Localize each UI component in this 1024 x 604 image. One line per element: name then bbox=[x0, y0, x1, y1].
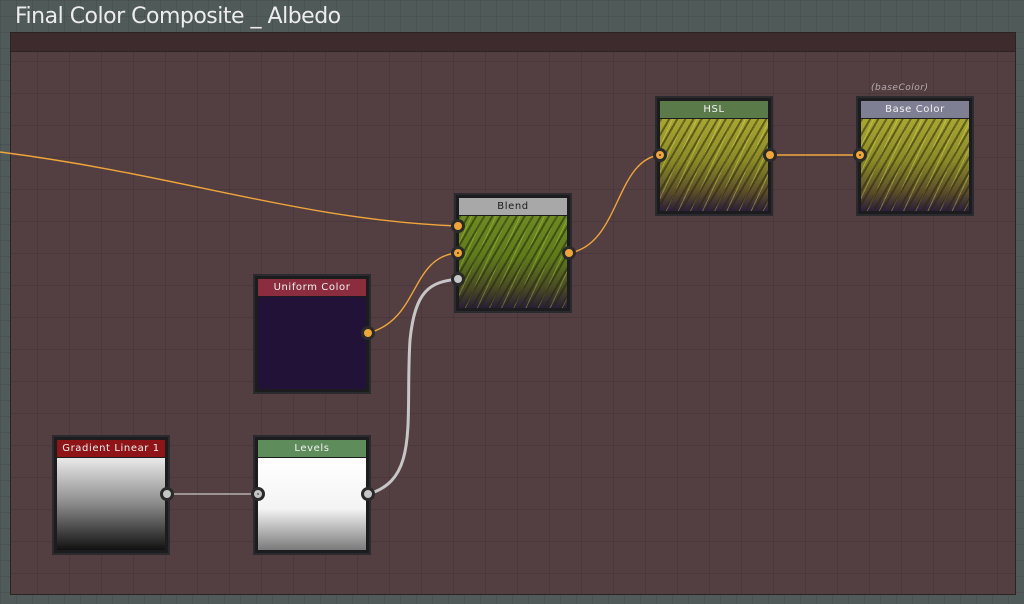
blend-background-port[interactable] bbox=[451, 246, 465, 260]
blend-mask-port[interactable] bbox=[451, 272, 465, 286]
frame-header-bar[interactable] bbox=[11, 33, 1015, 52]
hsl-node[interactable]: HSL bbox=[655, 96, 773, 216]
hsl-output-port[interactable] bbox=[763, 148, 777, 162]
levels-node[interactable]: Levels bbox=[253, 435, 371, 555]
blend-output-port[interactable] bbox=[562, 246, 576, 260]
blend-foreground-port[interactable] bbox=[451, 219, 465, 233]
base-color-node-header[interactable]: Base Color bbox=[861, 101, 969, 118]
levels-input-port[interactable] bbox=[251, 487, 265, 501]
blend-thumbnail bbox=[459, 216, 567, 308]
uniform-color-node[interactable]: Uniform Color bbox=[253, 274, 371, 394]
gradient-linear-thumbnail bbox=[57, 458, 165, 550]
blend-node[interactable]: Blend bbox=[454, 193, 572, 313]
gradient-linear-node-header[interactable]: Gradient Linear 1 bbox=[57, 440, 165, 457]
gradient-linear-output-port[interactable] bbox=[160, 487, 174, 501]
levels-node-header[interactable]: Levels bbox=[258, 440, 366, 457]
frame-title[interactable]: Final Color Composite _ Albedo bbox=[15, 4, 341, 29]
hsl-input-port[interactable] bbox=[653, 148, 667, 162]
base-color-input-port[interactable] bbox=[853, 148, 867, 162]
uniform-color-thumbnail bbox=[258, 297, 366, 389]
levels-output-port[interactable] bbox=[361, 487, 375, 501]
levels-thumbnail bbox=[258, 458, 366, 550]
blend-node-header[interactable]: Blend bbox=[459, 198, 567, 215]
base-color-thumbnail bbox=[861, 119, 969, 211]
base-color-output-node[interactable]: Base Color bbox=[856, 96, 974, 216]
uniform-color-output-port[interactable] bbox=[361, 326, 375, 340]
base-color-identifier: (baseColor) bbox=[871, 83, 929, 93]
gradient-linear-node[interactable]: Gradient Linear 1 bbox=[52, 435, 170, 555]
uniform-color-node-header[interactable]: Uniform Color bbox=[258, 279, 366, 296]
hsl-thumbnail bbox=[660, 119, 768, 211]
hsl-node-header[interactable]: HSL bbox=[660, 101, 768, 118]
